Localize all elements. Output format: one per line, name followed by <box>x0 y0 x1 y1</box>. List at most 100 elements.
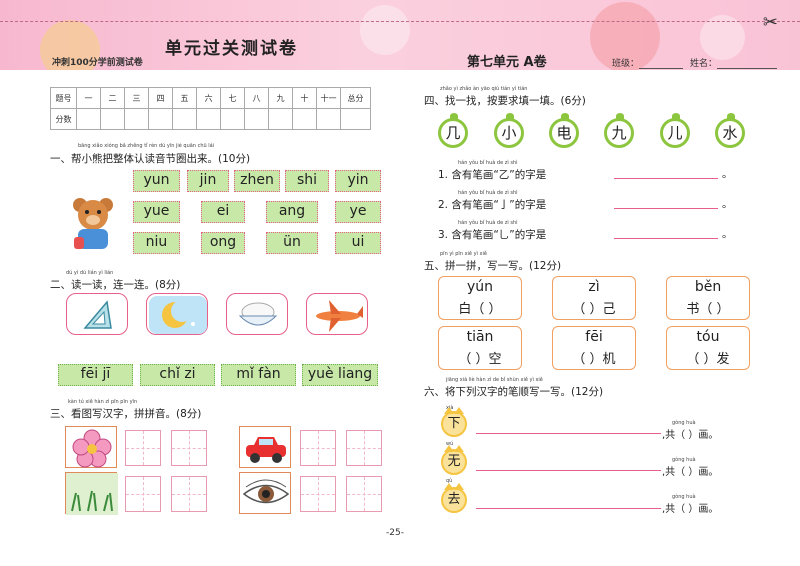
score-cell: 四 <box>148 87 173 109</box>
char-leaf: 小 <box>494 113 524 148</box>
name-blank[interactable] <box>717 60 778 69</box>
decor-blob <box>360 5 410 55</box>
writing-grid[interactable] <box>171 430 207 466</box>
stroke-order-blank[interactable] <box>476 508 661 509</box>
item-text: （ ）己 <box>572 302 616 317</box>
score-input[interactable] <box>220 108 245 130</box>
stroke-order-blank[interactable] <box>476 470 661 471</box>
q5-pinyin: pīn yì pīn xiě yì xiě <box>440 251 487 257</box>
cut-line <box>0 21 800 22</box>
syllable-box[interactable]: shi <box>285 170 329 192</box>
syllable-box[interactable]: ui <box>335 232 381 254</box>
score-input[interactable] <box>244 108 269 130</box>
syllable-box[interactable]: yue <box>133 201 180 223</box>
pinyin-write-box[interactable]: tiān （ ）空 <box>438 326 522 370</box>
syllable-box[interactable]: ong <box>201 232 245 254</box>
syllable-box[interactable]: ei <box>201 201 245 223</box>
pinyin-write-box[interactable]: tóu （ ）发 <box>666 326 750 370</box>
score-input[interactable] <box>172 108 197 130</box>
score-input[interactable] <box>100 108 125 130</box>
class-blank[interactable] <box>639 60 684 69</box>
q4-period: 。 <box>722 228 733 240</box>
score-cell: 十一 <box>316 87 341 109</box>
airplane-icon <box>316 300 363 332</box>
picture-card <box>239 472 291 514</box>
picture-card[interactable] <box>146 293 208 335</box>
item-text: 书（ ） <box>686 302 730 317</box>
word-box[interactable]: fēi jī <box>58 364 133 386</box>
item-pinyin: tóu <box>696 329 720 345</box>
pinyin-write-box[interactable]: yún 白（ ） <box>438 276 522 320</box>
q3-title: 三、看图写汉字，拼拼音。(8分) <box>50 408 202 420</box>
syllable-box[interactable]: ang <box>266 201 318 223</box>
score-cell: 三 <box>124 87 149 109</box>
answer-blank[interactable] <box>614 178 718 179</box>
item-pinyin: yún <box>466 279 494 295</box>
flower-icon <box>72 429 112 468</box>
score-input[interactable] <box>292 108 317 130</box>
stroke-order-blank[interactable] <box>476 433 661 434</box>
score-input[interactable] <box>124 108 149 130</box>
q4-line: 1. 含有笔画“乙”的字是 <box>438 169 547 181</box>
stroke-count: ,共（ ）画。 <box>662 430 719 441</box>
picture-card[interactable] <box>306 293 368 335</box>
answer-blank[interactable] <box>614 208 718 209</box>
scissors-icon: ✂ <box>762 12 778 33</box>
syllable-box[interactable]: ye <box>335 201 381 223</box>
stroke-count: ,共（ ）画。 <box>662 467 719 478</box>
grass-icon <box>66 473 118 515</box>
ruler-icon <box>83 300 112 329</box>
score-header-row: 题号 一 二 三 四 五 六 七 八 九 十 十一 总分 <box>50 87 371 109</box>
q4-line-pinyin: hán yǒu bǐ huà de zì shì <box>458 160 518 166</box>
score-value-row: 分数 <box>50 108 371 130</box>
syllable-box[interactable]: ün <box>266 232 318 254</box>
writing-grid[interactable] <box>171 476 207 512</box>
picture-card[interactable] <box>226 293 288 335</box>
bear-icon <box>73 198 113 249</box>
picture-card[interactable] <box>66 293 128 335</box>
q4-line-pinyin: hán yǒu bǐ huà de zì shì <box>458 190 518 196</box>
score-cell: 五 <box>172 87 197 109</box>
page-title: 单元过关测试卷 <box>165 39 298 59</box>
char-leaf: 几 <box>438 113 468 148</box>
picture-card <box>65 472 118 515</box>
syllable-box[interactable]: zhen <box>234 170 280 192</box>
car-icon <box>246 437 286 463</box>
item-text: （ ）发 <box>686 352 730 367</box>
char-badge: 无 <box>441 445 467 475</box>
writing-grid[interactable] <box>125 430 161 466</box>
unit-label: 第七单元 A卷 <box>467 55 547 70</box>
q4-period: 。 <box>722 168 733 180</box>
pinyin-write-box[interactable]: běn 书（ ） <box>666 276 750 320</box>
writing-grid[interactable] <box>346 476 382 512</box>
writing-grid[interactable] <box>300 476 336 512</box>
score-input[interactable] <box>316 108 341 130</box>
picture-card <box>239 426 291 468</box>
pinyin-write-box[interactable]: fēi （ ）机 <box>552 326 636 370</box>
writing-grid[interactable] <box>125 476 161 512</box>
writing-grid[interactable] <box>346 430 382 466</box>
score-input[interactable] <box>76 108 101 130</box>
score-input[interactable] <box>148 108 173 130</box>
q6-title: 六、将下列汉字的笔顺写一写。(12分) <box>424 386 604 398</box>
word-box[interactable]: chǐ zi <box>140 364 215 386</box>
word-box[interactable]: yuè liang <box>302 364 378 386</box>
score-cell: 八 <box>244 87 269 109</box>
class-field: 班级： <box>612 56 684 69</box>
q4-pinyin: zhǎo yì zhǎo àn yāo qiú tián yì tián <box>440 86 528 92</box>
syllable-box[interactable]: jin <box>187 170 229 192</box>
answer-blank[interactable] <box>614 238 718 239</box>
syllable-box[interactable]: yun <box>133 170 180 192</box>
syllable-box[interactable]: niu <box>133 232 180 254</box>
char-leaf: 儿 <box>660 113 690 148</box>
pinyin-write-box[interactable]: zì （ ）己 <box>552 276 636 320</box>
score-input[interactable] <box>340 108 371 130</box>
score-input[interactable] <box>268 108 293 130</box>
writing-grid[interactable] <box>300 430 336 466</box>
q6-pinyin: jiāng xià liè hàn zì de bǐ shùn xiě yì x… <box>446 377 543 383</box>
char-leaf: 九 <box>604 113 634 148</box>
word-box[interactable]: mǐ fàn <box>221 364 296 386</box>
syllable-box[interactable]: yin <box>335 170 381 192</box>
score-input[interactable] <box>196 108 221 130</box>
score-table: 题号 一 二 三 四 五 六 七 八 九 十 十一 总分 分数 <box>50 87 371 130</box>
